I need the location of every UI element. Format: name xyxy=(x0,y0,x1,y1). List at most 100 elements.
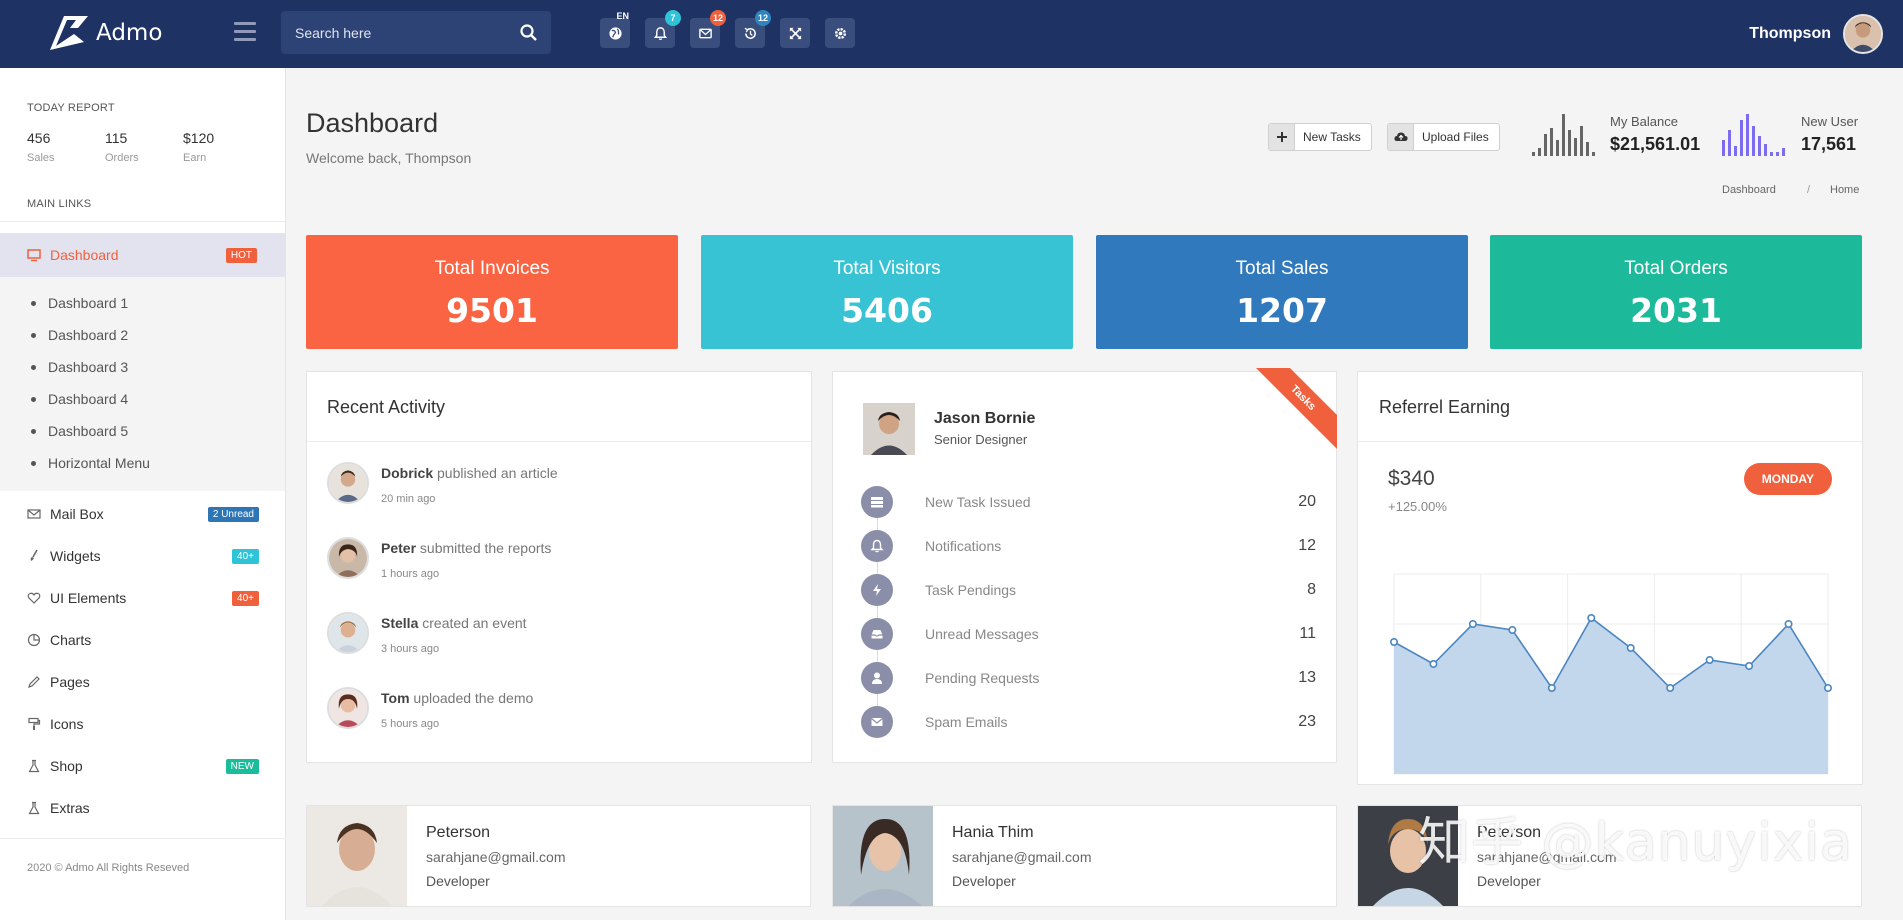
profile-tasks-card: Jason Bornie Senior Designer Tasks New T… xyxy=(832,368,1337,763)
sidebar-item-label: Extras xyxy=(50,800,90,816)
sidebar-item-ui-elements[interactable]: UI Elements 40+ xyxy=(27,590,259,606)
data-point xyxy=(1429,660,1438,669)
sidebar-item-icons[interactable]: Icons xyxy=(27,716,259,732)
activity-user[interactable]: Stella xyxy=(381,615,418,631)
language-button[interactable]: EN xyxy=(600,11,630,48)
count-badge: 40+ xyxy=(232,548,259,564)
settings-button[interactable] xyxy=(825,18,855,48)
brush-icon xyxy=(30,549,38,561)
activity-time: 5 hours ago xyxy=(381,718,440,730)
submenu-item-horizontal-menu[interactable]: Horizontal Menu xyxy=(31,455,150,471)
task-value: 12 xyxy=(1298,537,1316,554)
messages-badge: 12 xyxy=(709,10,726,26)
activity-user[interactable]: Dobrick xyxy=(381,465,433,481)
data-point xyxy=(1666,684,1675,693)
sidebar: TODAY REPORT 456 Sales 115 Orders $120 E… xyxy=(0,68,286,920)
user-menu[interactable]: Thompson xyxy=(1749,14,1883,54)
task-row: Unread Messages 11 xyxy=(861,618,1316,650)
data-point xyxy=(1745,662,1754,671)
notifications-button[interactable]: 7 xyxy=(645,10,681,48)
sidebar-item-label: Dashboard xyxy=(50,247,119,263)
search-icon[interactable] xyxy=(519,23,539,43)
search-input[interactable] xyxy=(295,22,515,44)
submenu-item-dashboard-2[interactable]: Dashboard 2 xyxy=(31,327,128,343)
balance-label: My Balance xyxy=(1610,114,1678,129)
submenu-item-dashboard-5[interactable]: Dashboard 5 xyxy=(31,423,128,439)
person-name: Hania Thim xyxy=(952,824,1034,841)
watermark-text: 知乎 @kanuyixia xyxy=(1418,813,1853,873)
heart-icon xyxy=(27,592,41,604)
sidebar-item-label: Icons xyxy=(50,716,84,732)
dashboard-submenu: Dashboard 1 Dashboard 2 Dashboard 3 Dash… xyxy=(0,277,285,491)
report-earn: $120 Earn xyxy=(183,130,261,164)
submenu-item-dashboard-1[interactable]: Dashboard 1 xyxy=(31,295,128,311)
task-label: Pending Requests xyxy=(925,670,1040,686)
mail-icon xyxy=(698,28,712,38)
history-button[interactable]: 12 xyxy=(735,10,771,48)
task-value: 11 xyxy=(1299,625,1316,642)
main-links-heading: MAIN LINKS xyxy=(27,198,92,210)
day-filter-button[interactable]: MONDAY xyxy=(1743,463,1832,495)
upload-files-button[interactable]: Upload Files xyxy=(1387,123,1500,151)
activity-text: Stella created an event xyxy=(381,615,527,631)
activity-text: Tom uploaded the demo xyxy=(381,690,533,706)
fullscreen-button[interactable] xyxy=(780,18,810,48)
count-badge: 40+ xyxy=(232,590,259,606)
submenu-item-dashboard-3[interactable]: Dashboard 3 xyxy=(31,359,128,375)
data-point xyxy=(1784,620,1793,629)
brand-logo[interactable]: Admo xyxy=(48,14,162,52)
button-label: New Tasks xyxy=(1303,130,1361,144)
kpi-title: Total Sales xyxy=(1235,258,1329,279)
person-email: sarahjane@gmail.com xyxy=(426,849,566,865)
kpi-value: 1207 xyxy=(1236,291,1328,330)
avatar xyxy=(327,687,369,729)
profile-photo xyxy=(863,403,915,455)
breadcrumb-dashboard[interactable]: Dashboard xyxy=(1722,184,1776,196)
sidebar-item-mail-box[interactable]: Mail Box 2 Unread xyxy=(27,506,259,522)
flask-icon xyxy=(28,801,40,815)
task-row: Spam Emails 23 xyxy=(861,706,1316,738)
sidebar-item-extras[interactable]: Extras xyxy=(27,800,259,816)
person-card[interactable]: Peterson sarahjane@gmail.com Developer xyxy=(306,805,811,907)
task-value: 23 xyxy=(1298,713,1316,730)
new-badge: NEW xyxy=(225,758,259,774)
person-name: Peterson xyxy=(426,824,491,841)
profile-name: Jason Bornie xyxy=(934,410,1036,427)
activity-user[interactable]: Peter xyxy=(381,540,416,556)
globe-icon xyxy=(608,26,622,40)
task-label: Spam Emails xyxy=(925,714,1008,730)
new-tasks-button[interactable]: New Tasks xyxy=(1268,123,1372,151)
person-card[interactable]: Hania Thim sarahjane@gmail.com Developer xyxy=(832,805,1337,907)
kpi-value: 9501 xyxy=(446,291,538,330)
cloud-upload-icon xyxy=(1393,132,1408,141)
avatar xyxy=(327,537,369,579)
sidebar-item-shop[interactable]: Shop NEW xyxy=(27,758,259,774)
breadcrumb-home[interactable]: Home xyxy=(1830,184,1859,196)
activity-user[interactable]: Tom xyxy=(381,690,410,706)
task-value: 8 xyxy=(1307,581,1316,598)
kpi-title: Total Visitors xyxy=(833,258,941,279)
report-label: Earn xyxy=(183,152,207,164)
paint-roller-icon xyxy=(28,717,41,730)
task-label: Notifications xyxy=(925,538,1002,554)
submenu-item-dashboard-4[interactable]: Dashboard 4 xyxy=(31,391,128,407)
button-label: Upload Files xyxy=(1422,130,1489,144)
data-point xyxy=(1823,684,1832,693)
report-value: $120 xyxy=(183,130,215,146)
menu-toggle-icon[interactable] xyxy=(234,22,256,42)
task-row: Task Pendings 8 xyxy=(861,574,1316,606)
sidebar-item-pages[interactable]: Pages xyxy=(27,674,259,690)
messages-button[interactable]: 12 xyxy=(690,10,726,48)
sidebar-item-dashboard[interactable]: Dashboard HOT xyxy=(0,233,285,277)
person-role: Developer xyxy=(1477,873,1541,889)
server-icon xyxy=(871,497,883,508)
sidebar-item-widgets[interactable]: Widgets 40+ xyxy=(27,548,259,564)
flask-icon xyxy=(28,759,40,773)
search-box xyxy=(281,11,551,54)
sidebar-item-charts[interactable]: Charts xyxy=(27,632,259,648)
avatar xyxy=(1843,14,1883,54)
mail-icon xyxy=(27,509,41,519)
task-label: Task Pendings xyxy=(925,582,1017,598)
sidebar-item-label: Pages xyxy=(50,674,90,690)
area-fill xyxy=(1394,618,1828,774)
